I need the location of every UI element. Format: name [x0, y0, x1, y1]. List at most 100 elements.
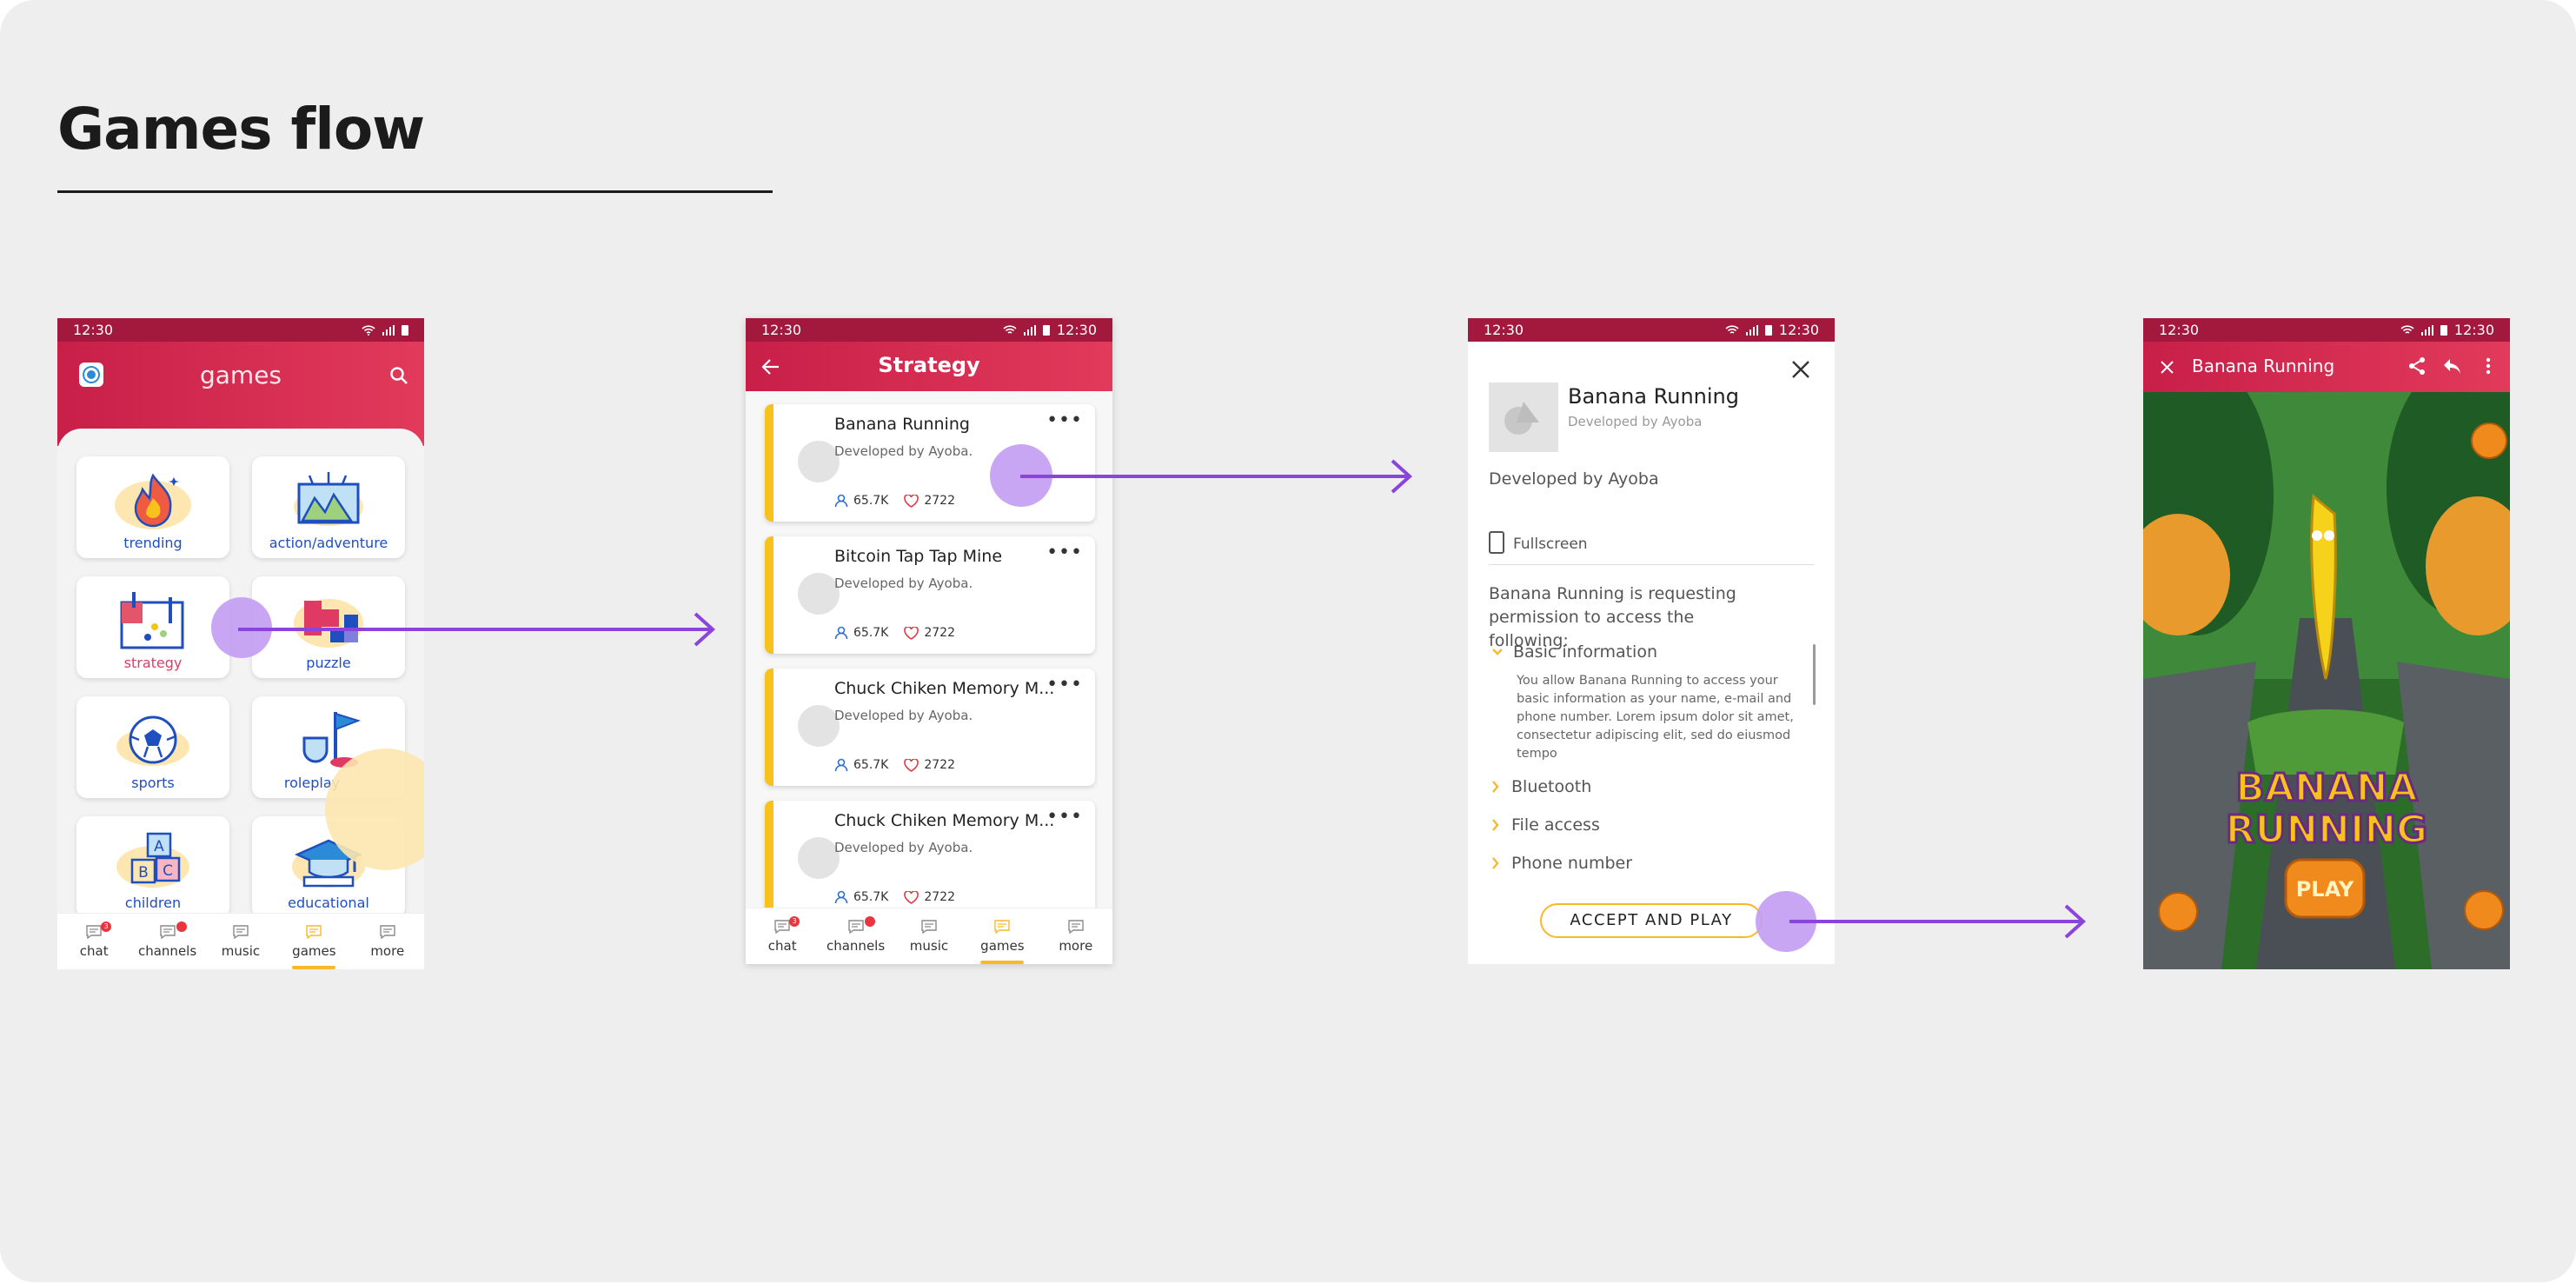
players-count: 65.7K	[853, 890, 889, 904]
game-avatar	[798, 441, 840, 482]
active-indicator	[980, 960, 1025, 964]
strategy-board-icon	[120, 592, 184, 649]
players-count: 65.7K	[853, 626, 889, 640]
chevron-right-icon	[1492, 781, 1499, 793]
game-card-2[interactable]: Chuck Chiken Memory M... Developed by Ay…	[765, 669, 1095, 786]
category-action-adventure[interactable]: action/adventure	[252, 456, 405, 558]
search-icon[interactable]	[389, 366, 408, 385]
logo-line-1: BANANA	[2235, 766, 2417, 810]
category-label: action/adventure	[269, 535, 388, 551]
nav-label: games	[292, 942, 336, 959]
reply-icon[interactable]	[2442, 357, 2461, 375]
status-time: 12:30	[1484, 322, 1524, 338]
game-screenshot[interactable]: BANANA RUNNING PLAY	[2143, 392, 2510, 969]
wifi-icon	[2400, 324, 2414, 334]
heart-icon[interactable]	[904, 626, 920, 640]
nav-games[interactable]: games	[969, 919, 1035, 964]
permission-label: File access	[1511, 815, 1600, 835]
battery-icon	[1764, 325, 1772, 336]
screen-strategy: 12:30 12:30 Strategy Banana Running Deve…	[746, 318, 1112, 964]
signal-icon	[382, 324, 395, 336]
category-label: children	[124, 895, 182, 911]
battery-icon	[402, 325, 408, 336]
nav-more[interactable]: more	[1043, 919, 1109, 954]
game-name: Banana Running	[834, 415, 970, 434]
game-name: Bitcoin Tap Tap Mine	[834, 547, 1003, 566]
nav-label: chat	[79, 942, 109, 959]
likes-count: 2722	[924, 494, 955, 508]
category-strategy[interactable]: strategy	[76, 576, 229, 678]
notification-badge	[864, 915, 875, 927]
signal-icon	[2420, 324, 2433, 336]
nav-music[interactable]: music	[896, 919, 962, 954]
bottom-nav: 3 chat channels music games more	[57, 913, 424, 969]
accept-and-play-button[interactable]: ACCEPT AND PLAY	[1540, 903, 1763, 938]
permission-basic-info[interactable]: Basic information You allow Banana Runni…	[1492, 642, 1798, 763]
permission-phone-number[interactable]: Phone number	[1492, 854, 1632, 873]
game-card-3[interactable]: Chuck Chiken Memory M... Developed by Ay…	[765, 801, 1095, 918]
play-button[interactable]: PLAY	[2296, 877, 2354, 901]
nav-label: more	[370, 942, 405, 959]
nav-channels[interactable]: channels	[823, 915, 889, 954]
nav-chat[interactable]: 3 chat	[749, 915, 815, 954]
status-bar: 12:30 12:30	[2143, 318, 2510, 342]
nav-games[interactable]: games	[281, 924, 347, 969]
screen-title: Strategy	[878, 353, 980, 377]
more-options-icon[interactable]: •••	[1046, 411, 1083, 430]
nav-music[interactable]: music	[208, 924, 274, 959]
more-vertical-icon[interactable]	[2486, 357, 2491, 375]
nav-label: games	[980, 937, 1025, 954]
game-card-1[interactable]: Bitcoin Tap Tap Mine Developed by Ayoba.…	[765, 536, 1095, 654]
permission-title: Basic information	[1513, 642, 1657, 662]
nav-channels[interactable]: channels	[135, 921, 201, 959]
bottom-nav: 3 chat channels music games more	[746, 908, 1112, 964]
battery-icon	[2440, 325, 2447, 336]
wifi-icon	[1003, 324, 1017, 334]
game-thumbnail	[1489, 383, 1558, 452]
game-name: Chuck Chiken Memory M...	[834, 679, 1055, 698]
heart-icon[interactable]	[904, 494, 920, 508]
players-icon	[834, 626, 848, 640]
nav-more[interactable]: more	[355, 924, 421, 959]
notification-badge: 3	[789, 915, 800, 927]
svg-text:A: A	[154, 838, 164, 855]
close-icon[interactable]	[2161, 361, 2174, 374]
fullscreen-checkbox[interactable]	[1489, 531, 1504, 554]
permission-bluetooth[interactable]: Bluetooth	[1492, 777, 1591, 796]
heart-icon[interactable]	[904, 890, 920, 904]
more-options-icon[interactable]: •••	[1046, 675, 1083, 695]
share-icon[interactable]	[2407, 356, 2427, 376]
status-bar: 12:30	[57, 318, 424, 342]
app-bar: Strategy	[746, 342, 1112, 391]
active-indicator	[292, 965, 336, 969]
title-divider	[57, 190, 773, 193]
status-time: 12:30	[761, 322, 802, 338]
fullscreen-option[interactable]: Fullscreen	[1489, 531, 1814, 565]
scrollbar[interactable]	[1813, 644, 1816, 705]
game-developer: Developed by Ayoba.	[834, 443, 973, 459]
svg-text:C: C	[163, 862, 173, 880]
flow-arrow-1	[238, 612, 715, 647]
heart-icon[interactable]	[904, 758, 920, 772]
more-options-icon[interactable]: •••	[1046, 543, 1083, 562]
players-icon	[834, 890, 848, 904]
players-count: 65.7K	[853, 494, 889, 508]
chevron-down-icon	[1492, 649, 1503, 655]
abc-blocks-icon: AB C	[116, 832, 189, 888]
status-time-right: 12:30	[1056, 322, 1097, 338]
nav-chat[interactable]: 3 chat	[61, 921, 127, 959]
close-icon[interactable]	[1791, 360, 1810, 379]
likes-count: 2722	[924, 626, 955, 640]
players-icon	[834, 758, 848, 772]
permission-description: You allow Banana Running to access your …	[1517, 674, 1794, 761]
category-children[interactable]: ABC children	[76, 816, 229, 918]
accent-bar	[765, 801, 773, 918]
category-trending[interactable]: trending	[76, 456, 229, 558]
category-sports[interactable]: sports	[76, 696, 229, 798]
permission-file-access[interactable]: File access	[1492, 815, 1600, 835]
category-label: strategy	[123, 655, 183, 671]
more-options-icon[interactable]: •••	[1046, 808, 1083, 827]
battery-icon	[1042, 325, 1050, 336]
nav-label: more	[1059, 937, 1093, 954]
app-bar: Banana Running	[2143, 342, 2510, 392]
